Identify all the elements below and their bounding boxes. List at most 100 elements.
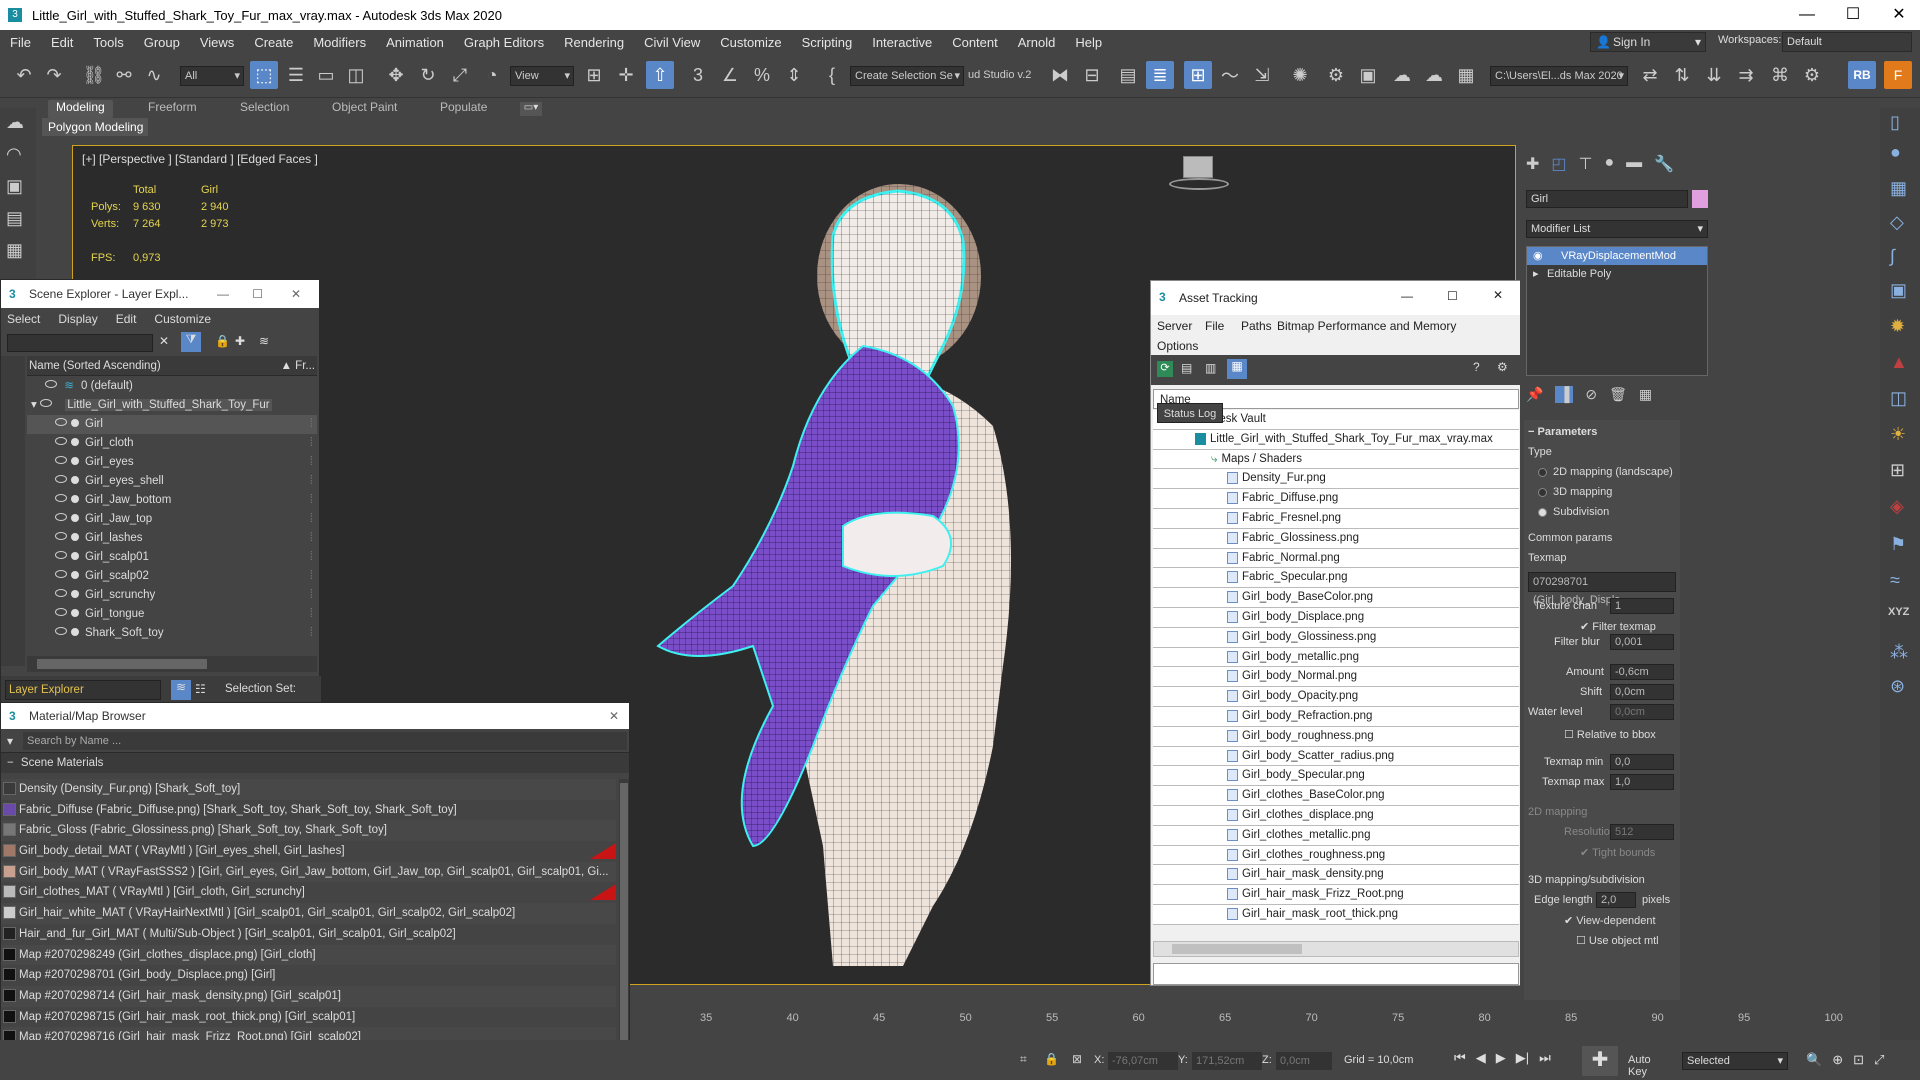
asset-map-row[interactable]: Fabric_Glossiness.png xyxy=(1153,528,1519,549)
rb-icon[interactable]: RB xyxy=(1848,61,1876,89)
asset-map-row[interactable]: Girl_clothes_roughness.png xyxy=(1153,845,1519,866)
texmap-max-spinner[interactable]: 1,0 xyxy=(1610,774,1674,790)
explorer-options-icon[interactable]: ☷ xyxy=(195,682,206,696)
viewcube[interactable] xyxy=(1169,156,1229,196)
menu-file[interactable]: File xyxy=(1205,319,1224,333)
asset-map-row[interactable]: Fabric_Normal.png xyxy=(1153,548,1519,569)
radio-3d-mapping[interactable]: 3D mapping xyxy=(1538,486,1612,498)
visibility-eye-icon[interactable] xyxy=(55,627,67,635)
asset-map-row[interactable]: Girl_body_Glossiness.png xyxy=(1153,627,1519,648)
tab-populate[interactable]: Populate xyxy=(432,100,495,118)
radio-2d-mapping[interactable]: 2D mapping (landscape) xyxy=(1538,466,1673,478)
freeze-icon[interactable]: ⁞ xyxy=(310,510,313,529)
stack-item-vray-displacement[interactable]: ◉ VRayDisplacementMod xyxy=(1527,247,1707,265)
show-end-result-icon[interactable]: ▐ xyxy=(1555,386,1574,403)
object-row[interactable]: Girl_tongue ⁞ xyxy=(27,605,317,624)
freeze-icon[interactable]: ⁞ xyxy=(310,605,313,624)
add-layer-icon[interactable]: ✚ xyxy=(235,334,245,348)
menu-scripting[interactable]: Scripting xyxy=(792,35,863,50)
freeze-icon[interactable]: ⁞ xyxy=(310,548,313,567)
view-dependent-checkbox[interactable]: ✔ View-dependent xyxy=(1564,914,1656,927)
menu-options[interactable]: Options xyxy=(1157,339,1198,353)
close-icon[interactable]: ✕ xyxy=(1493,288,1503,302)
display-tab-icon[interactable]: ▬ xyxy=(1626,154,1642,174)
amount-spinner[interactable]: -0,6cm xyxy=(1610,664,1674,680)
menu-paths[interactable]: Paths xyxy=(1241,319,1272,333)
sign-in-dropdown[interactable]: 👤 Sign In ▾ xyxy=(1590,32,1706,52)
sun-icon[interactable]: ☀ xyxy=(1890,424,1906,445)
object-row[interactable]: Girl_lashes ⁞ xyxy=(27,529,317,548)
rendered-frame-icon[interactable]: ▣ xyxy=(1354,61,1382,89)
freeze-icon[interactable]: ⁞ xyxy=(310,491,313,510)
refresh-icon[interactable]: ⟳ xyxy=(1157,361,1173,377)
menu-graph-editors[interactable]: Graph Editors xyxy=(454,35,554,50)
visibility-eye-icon[interactable] xyxy=(55,437,67,445)
menu-edit[interactable]: Edit xyxy=(41,35,83,50)
visibility-eye-icon[interactable] xyxy=(55,475,67,483)
export-icon[interactable]: ⇉ xyxy=(1732,61,1760,89)
window-crossing-icon[interactable]: ◫ xyxy=(342,61,370,89)
freeze-icon[interactable]: ⁞ xyxy=(310,472,313,491)
expand-arrow-icon[interactable]: ▸ xyxy=(1533,265,1539,283)
asset-map-row[interactable]: Girl_body_Opacity.png xyxy=(1153,687,1519,707)
hierarchy-tab-icon[interactable]: ⊤ xyxy=(1579,154,1593,174)
asset-map-row[interactable]: Girl_body_Scatter_radius.png xyxy=(1153,746,1519,767)
material-item[interactable]: Map #2070298701 (Girl_body_Displace.png)… xyxy=(1,965,616,986)
asset-map-row[interactable]: Girl_clothes_metallic.png xyxy=(1153,825,1519,846)
shift-spinner[interactable]: 0,0cm xyxy=(1610,684,1674,700)
list-view-icon[interactable]: ▤ xyxy=(1181,361,1192,375)
column-header[interactable]: Name (Sorted Ascending) ▲ Fr... xyxy=(27,356,317,376)
scene-materials-group[interactable]: − Scene Materials xyxy=(1,753,629,773)
maximize-icon[interactable]: ☐ xyxy=(1447,289,1458,303)
collapse-arrow-icon[interactable]: − xyxy=(7,757,14,769)
maximize-icon[interactable]: ☐ xyxy=(1830,0,1876,30)
expand-arrow-icon[interactable]: ▾ xyxy=(31,399,37,411)
grid-icon[interactable]: ▦ xyxy=(1890,178,1907,199)
tab-selection[interactable]: Selection xyxy=(232,100,297,118)
visibility-eye-icon[interactable] xyxy=(55,551,67,559)
stack-item-editable-poly[interactable]: ▸ Editable Poly xyxy=(1527,265,1707,283)
diamond-icon[interactable]: ◇ xyxy=(1890,212,1904,233)
freeze-icon[interactable]: ⁞ xyxy=(310,434,313,453)
open-icon[interactable]: ⇅ xyxy=(1668,61,1696,89)
asset-map-row[interactable]: Girl_clothes_displace.png xyxy=(1153,805,1519,826)
freeze-icon[interactable]: ⁞ xyxy=(310,415,313,434)
named-selection-dropdown[interactable]: Create Selection Se xyxy=(850,66,964,86)
unlink-icon[interactable]: ⚯ xyxy=(110,61,138,89)
object-row[interactable]: Girl_scalp02 ⁞ xyxy=(27,567,317,586)
resolution-spinner[interactable]: 512 xyxy=(1610,824,1674,840)
scatter-icon[interactable]: ⁂ xyxy=(1890,642,1908,663)
save-icon[interactable]: ⇊ xyxy=(1700,61,1728,89)
edit-named-sets-icon[interactable]: { xyxy=(818,61,846,89)
material-item[interactable]: Girl_body_detail_MAT ( VRayMtl ) [Girl_e… xyxy=(1,841,616,862)
object-row[interactable]: Girl_eyes_shell ⁞ xyxy=(27,472,317,491)
material-item[interactable]: Hair_and_fur_Girl_MAT ( Multi/Sub-Object… xyxy=(1,923,616,945)
relative-bbox-checkbox[interactable]: ☐ Relative to bbox xyxy=(1564,728,1656,741)
menu-select[interactable]: Select xyxy=(7,312,40,326)
visibility-eye-icon[interactable] xyxy=(55,570,67,578)
object-row[interactable]: Girl_scrunchy ⁞ xyxy=(27,586,317,605)
minimize-icon[interactable]: — xyxy=(217,287,229,301)
scale-icon[interactable]: ⤢ xyxy=(446,61,474,89)
material-item[interactable]: Girl_body_MAT ( VRayFastSSS2 ) [Girl, Gi… xyxy=(1,861,616,883)
next-frame-icon[interactable]: ▶| xyxy=(1516,1050,1529,1066)
zoom-all-icon[interactable]: ⊕ xyxy=(1832,1052,1843,1068)
menu-animation[interactable]: Animation xyxy=(376,35,454,50)
close-icon[interactable]: ✕ xyxy=(609,709,619,723)
object-row[interactable]: Girl_scalp01 ⁞ xyxy=(27,548,317,567)
object-row[interactable]: Girl_Jaw_bottom ⁞ xyxy=(27,491,317,510)
play-icon[interactable]: ▶ xyxy=(1496,1050,1506,1066)
freeze-icon[interactable]: ⁞ xyxy=(310,586,313,605)
bind-spacewarp-icon[interactable]: ∿ xyxy=(140,61,168,89)
asset-map-row[interactable]: Fabric_Diffuse.png xyxy=(1153,489,1519,509)
bake-icon[interactable]: ⌘ xyxy=(1766,61,1794,89)
menu-customize[interactable]: Customize xyxy=(154,312,211,326)
material-item[interactable]: Girl_clothes_MAT ( VRayMtl ) [Girl_cloth… xyxy=(1,882,616,904)
asset-map-row[interactable]: Girl_body_BaseColor.png xyxy=(1153,588,1519,608)
vray-icon[interactable]: ▲ xyxy=(1890,352,1908,373)
layers-icon[interactable]: ▤ xyxy=(6,208,23,229)
filter-icon[interactable]: ⧩ xyxy=(181,332,201,352)
viewport-label[interactable]: [+] [Perspective ] [Standard ] [Edged Fa… xyxy=(82,152,318,166)
ribbon-options-icon[interactable]: ▭▾ xyxy=(520,102,542,116)
maps-folder-row[interactable]: ⤷ Maps / Shaders xyxy=(1153,449,1519,470)
